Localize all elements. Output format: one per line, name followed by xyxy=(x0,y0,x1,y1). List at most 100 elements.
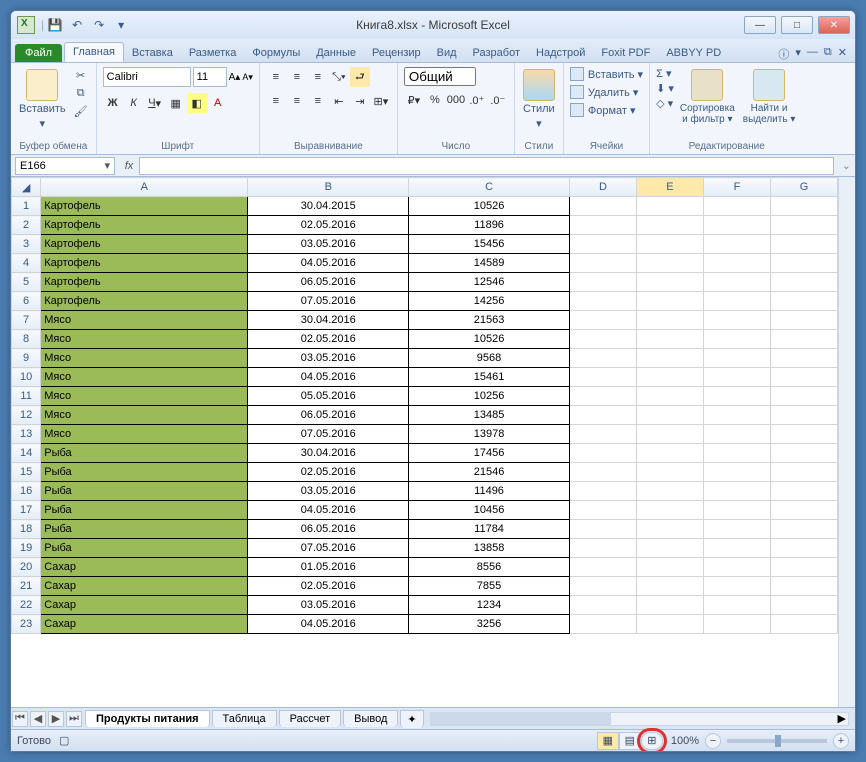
cell[interactable] xyxy=(569,463,636,482)
cell[interactable] xyxy=(703,596,770,615)
cell[interactable]: 07.05.2016 xyxy=(248,539,409,558)
percent-button[interactable]: % xyxy=(425,90,445,110)
cell[interactable] xyxy=(770,558,837,577)
cell[interactable] xyxy=(770,216,837,235)
italic-button[interactable]: К xyxy=(124,93,144,113)
row-header[interactable]: 3 xyxy=(12,235,41,254)
cell[interactable]: Сахар xyxy=(41,615,248,634)
cell[interactable]: 7855 xyxy=(409,577,570,596)
row-header[interactable]: 17 xyxy=(12,501,41,520)
table-row[interactable]: 13Мясо07.05.201613978 xyxy=(12,425,838,444)
cell[interactable]: 14589 xyxy=(409,254,570,273)
cell[interactable]: 06.05.2016 xyxy=(248,273,409,292)
cell[interactable]: 04.05.2016 xyxy=(248,615,409,634)
cell[interactable] xyxy=(636,311,703,330)
cell[interactable]: 04.05.2016 xyxy=(248,501,409,520)
paste-button[interactable]: Вставить ▾ xyxy=(17,67,68,132)
cell[interactable] xyxy=(569,254,636,273)
cell[interactable]: 13978 xyxy=(409,425,570,444)
cell[interactable] xyxy=(569,596,636,615)
cell[interactable] xyxy=(569,292,636,311)
copy-button[interactable]: ⧉ xyxy=(72,85,90,101)
cell[interactable] xyxy=(770,482,837,501)
prev-sheet-button[interactable]: ◀ xyxy=(30,711,46,727)
row-header[interactable]: 5 xyxy=(12,273,41,292)
row-header[interactable]: 6 xyxy=(12,292,41,311)
orientation-button[interactable]: ⤡▾ xyxy=(329,67,349,87)
normal-view-button[interactable]: ▦ xyxy=(597,732,619,750)
col-header-C[interactable]: C xyxy=(409,178,570,197)
cell[interactable]: 10456 xyxy=(409,501,570,520)
col-header-E[interactable]: E xyxy=(636,178,703,197)
cell[interactable] xyxy=(636,520,703,539)
new-sheet-button[interactable]: ✦ xyxy=(400,710,423,728)
cell[interactable] xyxy=(770,254,837,273)
cell[interactable]: 03.05.2016 xyxy=(248,235,409,254)
cell[interactable] xyxy=(636,577,703,596)
cell[interactable]: Рыба xyxy=(41,444,248,463)
cell[interactable]: 13485 xyxy=(409,406,570,425)
horizontal-scrollbar[interactable]: ◀▶ xyxy=(430,712,849,726)
cell[interactable]: Картофель xyxy=(41,273,248,292)
cell[interactable] xyxy=(569,216,636,235)
cell[interactable] xyxy=(569,558,636,577)
cell[interactable]: 30.04.2016 xyxy=(248,311,409,330)
cell[interactable] xyxy=(770,368,837,387)
font-size-select[interactable] xyxy=(193,67,227,87)
row-header[interactable]: 2 xyxy=(12,216,41,235)
cell[interactable]: Картофель xyxy=(41,254,248,273)
cell[interactable]: Мясо xyxy=(41,330,248,349)
cell[interactable] xyxy=(569,311,636,330)
cell[interactable]: Рыба xyxy=(41,520,248,539)
format-cells-button[interactable]: Формат ▾ xyxy=(570,103,636,117)
cell[interactable] xyxy=(703,463,770,482)
table-row[interactable]: 6Картофель07.05.201614256 xyxy=(12,292,838,311)
cell[interactable]: Мясо xyxy=(41,368,248,387)
decrease-indent-button[interactable]: ⇤ xyxy=(329,91,349,111)
cell[interactable] xyxy=(770,596,837,615)
cell[interactable] xyxy=(636,615,703,634)
number-format-select[interactable] xyxy=(404,67,476,86)
cell[interactable]: Мясо xyxy=(41,311,248,330)
table-row[interactable]: 19Рыба07.05.201613858 xyxy=(12,539,838,558)
row-header[interactable]: 11 xyxy=(12,387,41,406)
next-sheet-button[interactable]: ▶ xyxy=(48,711,64,727)
sheet-tab[interactable]: Вывод xyxy=(343,710,398,727)
first-sheet-button[interactable]: ⏮ xyxy=(12,711,28,727)
table-row[interactable]: 16Рыба03.05.201611496 xyxy=(12,482,838,501)
cell[interactable]: Сахар xyxy=(41,558,248,577)
cell[interactable] xyxy=(569,349,636,368)
cell[interactable] xyxy=(636,216,703,235)
cell[interactable]: 15461 xyxy=(409,368,570,387)
cell[interactable] xyxy=(569,615,636,634)
cell[interactable]: Рыба xyxy=(41,463,248,482)
cell[interactable]: 30.04.2015 xyxy=(248,197,409,216)
table-row[interactable]: 4Картофель04.05.201614589 xyxy=(12,254,838,273)
cell[interactable] xyxy=(770,501,837,520)
cell[interactable] xyxy=(770,520,837,539)
row-header[interactable]: 22 xyxy=(12,596,41,615)
slider-thumb[interactable] xyxy=(775,735,781,747)
cell[interactable]: 3256 xyxy=(409,615,570,634)
currency-button[interactable]: ₽▾ xyxy=(404,90,424,110)
cell[interactable] xyxy=(770,273,837,292)
col-header-G[interactable]: G xyxy=(770,178,837,197)
font-color-button[interactable]: A xyxy=(208,93,228,113)
cell[interactable]: Мясо xyxy=(41,349,248,368)
cell[interactable]: Мясо xyxy=(41,387,248,406)
formula-input[interactable] xyxy=(139,157,834,175)
cell[interactable] xyxy=(703,254,770,273)
cell[interactable] xyxy=(636,463,703,482)
cell[interactable]: 12546 xyxy=(409,273,570,292)
cell[interactable] xyxy=(703,615,770,634)
maximize-button[interactable]: □ xyxy=(781,16,813,34)
ribbon-minimize-icon[interactable]: — xyxy=(807,46,818,62)
increase-indent-button[interactable]: ⇥ xyxy=(350,91,370,111)
close-button[interactable]: ✕ xyxy=(818,16,850,34)
zoom-level[interactable]: 100% xyxy=(671,735,699,747)
cell[interactable]: 04.05.2016 xyxy=(248,368,409,387)
table-row[interactable]: 15Рыба02.05.201621546 xyxy=(12,463,838,482)
name-box[interactable]: E166 ▾ xyxy=(15,157,115,175)
row-header[interactable]: 9 xyxy=(12,349,41,368)
cell[interactable]: 06.05.2016 xyxy=(248,520,409,539)
